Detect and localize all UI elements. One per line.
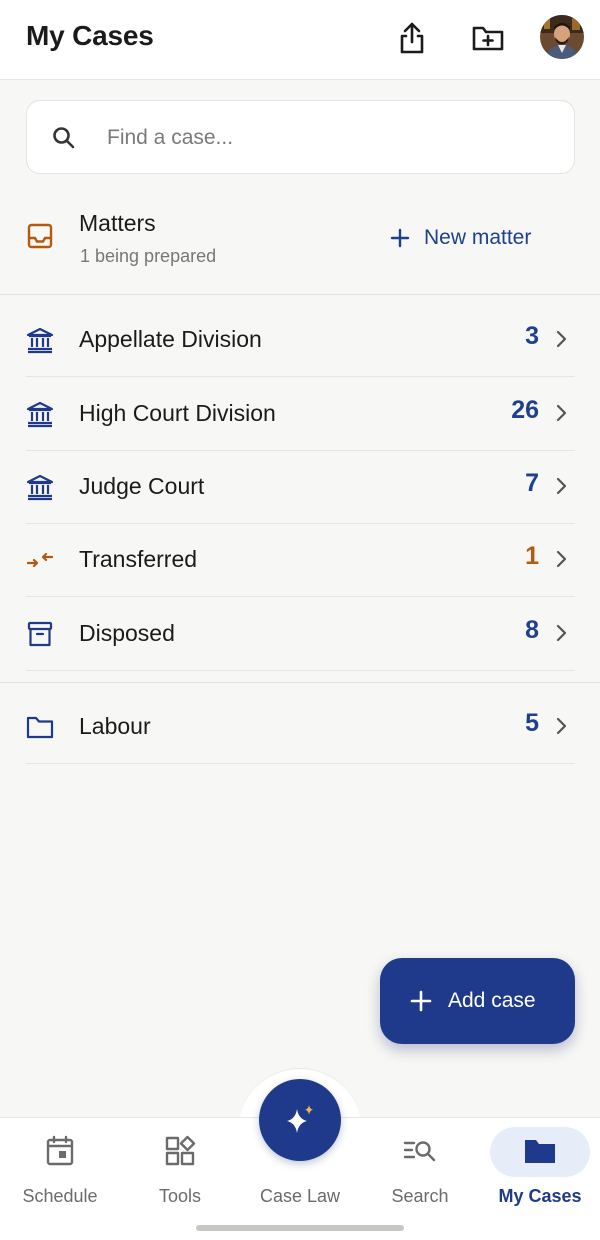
sparkle-icon xyxy=(287,1105,313,1133)
category-count: 26 xyxy=(511,396,539,424)
category-label: High Court Division xyxy=(79,400,276,426)
calendar-icon xyxy=(43,1134,77,1168)
search-icon xyxy=(53,127,75,149)
chevron-right-icon xyxy=(556,477,567,495)
search-bar[interactable] xyxy=(26,100,575,174)
search-input[interactable] xyxy=(107,119,547,157)
court-icon xyxy=(26,474,54,501)
section-divider xyxy=(0,294,600,295)
share-icon[interactable] xyxy=(394,18,430,58)
nav-schedule[interactable]: Schedule xyxy=(0,1118,120,1218)
archive-icon xyxy=(27,621,53,647)
inbox-icon xyxy=(27,223,53,249)
folder-label: Labour xyxy=(79,713,151,739)
chevron-right-icon xyxy=(556,550,567,568)
app-header: My Cases xyxy=(0,0,600,80)
nav-label: Search xyxy=(391,1186,449,1206)
chevron-right-icon xyxy=(556,624,567,642)
plus-icon xyxy=(410,990,432,1012)
matters-subtitle: 1 being prepared xyxy=(80,246,217,266)
category-row-transferred[interactable]: Transferred 1 xyxy=(26,524,575,597)
nav-tools[interactable]: Tools xyxy=(120,1118,240,1218)
section-divider xyxy=(0,682,600,683)
nav-search[interactable]: Search xyxy=(360,1118,480,1218)
home-indicator xyxy=(196,1225,404,1231)
folder-icon xyxy=(26,716,54,739)
matters-section[interactable]: Matters 1 being prepared New matter xyxy=(0,198,600,294)
folder-count: 5 xyxy=(525,709,539,737)
avatar[interactable] xyxy=(540,15,584,59)
transfer-arrows-icon xyxy=(26,552,54,568)
category-label: Disposed xyxy=(79,620,175,646)
category-row-disposed[interactable]: Disposed 8 xyxy=(26,598,575,671)
add-case-button[interactable]: Add case xyxy=(380,958,575,1044)
folder-filled-icon xyxy=(523,1134,557,1168)
category-row-high-court-division[interactable]: High Court Division 26 xyxy=(26,378,575,451)
category-row-appellate-division[interactable]: Appellate Division 3 xyxy=(26,304,575,377)
nav-label: Schedule xyxy=(22,1186,98,1206)
nav-label: My Cases xyxy=(498,1186,582,1206)
category-count: 8 xyxy=(525,616,539,644)
court-icon xyxy=(26,327,54,354)
category-count: 1 xyxy=(525,542,539,570)
court-icon xyxy=(26,401,54,428)
nav-my-cases[interactable]: My Cases xyxy=(480,1118,600,1218)
folder-plus-icon[interactable] xyxy=(470,18,506,58)
chevron-right-icon xyxy=(556,404,567,422)
new-matter-label: New matter xyxy=(424,226,532,249)
new-matter-button[interactable]: New matter xyxy=(390,222,531,254)
category-count: 7 xyxy=(525,469,539,497)
matters-title: Matters xyxy=(79,210,156,236)
case-law-button[interactable] xyxy=(259,1079,341,1161)
chevron-right-icon xyxy=(556,330,567,348)
page-title: My Cases xyxy=(26,20,154,51)
category-count: 3 xyxy=(525,322,539,350)
add-case-label: Add case xyxy=(448,989,536,1012)
category-label: Appellate Division xyxy=(79,326,262,352)
search-list-icon xyxy=(403,1134,437,1168)
chevron-right-icon xyxy=(556,717,567,735)
nav-label: Case Law xyxy=(259,1186,341,1206)
nav-label: Tools xyxy=(158,1186,202,1206)
category-label: Judge Court xyxy=(79,473,205,499)
category-label: Transferred xyxy=(79,546,198,572)
folder-row-labour[interactable]: Labour 5 xyxy=(26,691,575,764)
tools-grid-icon xyxy=(163,1134,197,1168)
plus-icon xyxy=(390,228,410,248)
category-row-judge-court[interactable]: Judge Court 7 xyxy=(26,451,575,524)
